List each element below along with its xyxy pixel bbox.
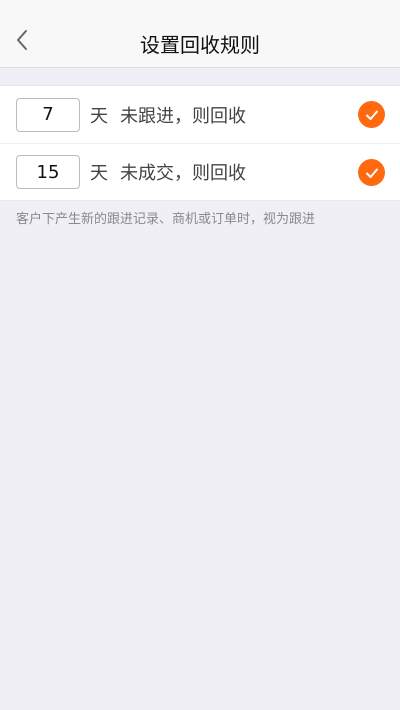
checkmark-icon xyxy=(365,168,378,178)
follow-up-days-input[interactable] xyxy=(16,97,80,132)
page-title: 设置回收规则 xyxy=(140,33,260,57)
deal-rule-toggle[interactable] xyxy=(358,159,385,186)
follow-up-note: 客户下产生新的跟进记录、商机或订单时，视为跟进 xyxy=(16,212,316,227)
deal-days-input[interactable] xyxy=(16,155,80,189)
rule-follow-up: 天 未跟进，则回收 xyxy=(0,86,400,143)
rule-deal: 天 未成交，则回收 xyxy=(0,143,400,200)
follow-up-description: 未跟进，则回收 xyxy=(120,105,246,127)
rules-list: 天 未跟进，则回收 天 未成交，则回收 xyxy=(0,85,400,201)
recycle-rules-screen: 设置回收规则 天 未跟进，则回收 天 未成交，则回收 客户下产生新的跟进记录、商… xyxy=(0,0,400,239)
checkmark-icon xyxy=(365,110,378,120)
days-unit-label: 天 xyxy=(90,105,108,127)
follow-up-rule-toggle[interactable] xyxy=(358,101,385,128)
days-unit-label: 天 xyxy=(90,163,108,184)
deal-description: 未成交，则回收 xyxy=(120,163,246,184)
navigation-bar: 设置回收规则 xyxy=(0,0,400,68)
